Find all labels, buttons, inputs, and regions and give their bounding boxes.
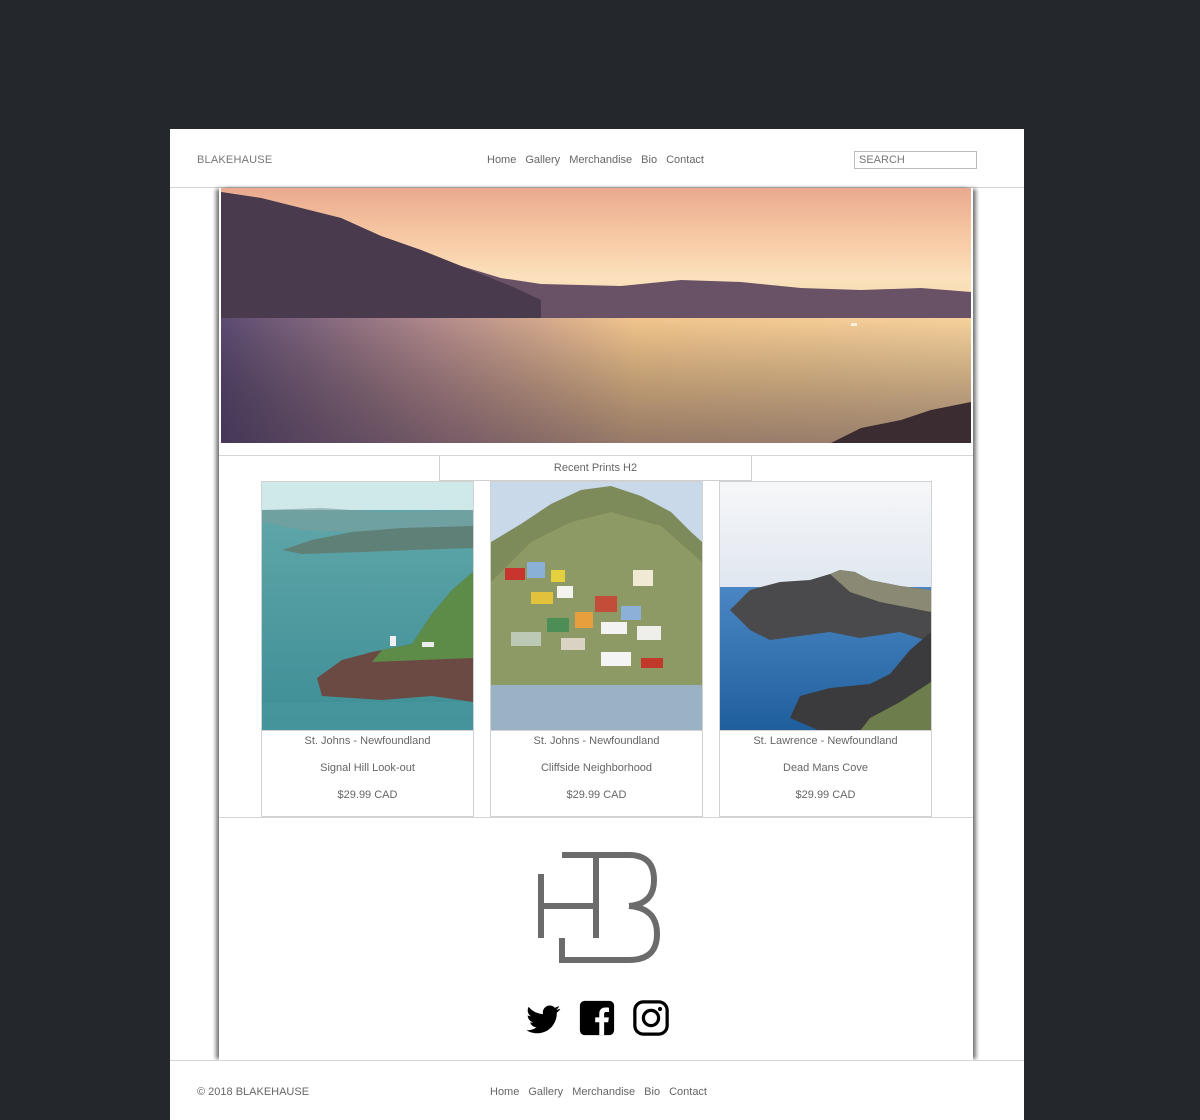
product-card[interactable]: St. Johns - Newfoundland Signal Hill Loo… xyxy=(261,481,474,817)
product-price: $29.99 CAD xyxy=(337,789,398,801)
top-navbar: BLAKEHAUSE Home Gallery Merchandise Bio … xyxy=(170,129,1024,188)
product-photo[interactable] xyxy=(262,482,473,731)
footer-nav-merchandise[interactable]: Merchandise xyxy=(572,1086,635,1098)
product-photo[interactable] xyxy=(491,482,702,731)
product-card[interactable]: St. Lawrence - Newfoundland Dead Mans Co… xyxy=(719,481,932,817)
product-price: $29.99 CAD xyxy=(566,789,627,801)
footer-nav-home[interactable]: Home xyxy=(490,1086,519,1098)
footer-nav-gallery[interactable]: Gallery xyxy=(528,1086,563,1098)
section-title: Recent Prints H2 xyxy=(439,456,752,481)
product-location: St. Johns - Newfoundland xyxy=(533,735,660,747)
product-photo[interactable] xyxy=(720,482,931,731)
copyright-text: © 2018 BLAKEHAUSE xyxy=(197,1086,310,1098)
facebook-icon[interactable] xyxy=(578,999,616,1037)
twitter-icon[interactable] xyxy=(524,999,562,1037)
hb-monogram-logo-icon xyxy=(537,852,661,964)
nav-contact[interactable]: Contact xyxy=(666,154,704,166)
footer-nav: Home Gallery Merchandise Bio Contact xyxy=(490,1086,707,1098)
instagram-icon[interactable] xyxy=(632,999,670,1037)
social-links xyxy=(524,999,670,1037)
main-nav: Home Gallery Merchandise Bio Contact xyxy=(487,154,704,166)
search-input[interactable] xyxy=(854,151,977,169)
page-container: BLAKEHAUSE Home Gallery Merchandise Bio … xyxy=(170,129,1024,1120)
section-divider xyxy=(219,817,973,818)
nav-home[interactable]: Home xyxy=(487,154,516,166)
product-name[interactable]: Dead Mans Cove xyxy=(720,762,931,774)
product-price: $29.99 CAD xyxy=(795,789,856,801)
nav-bio[interactable]: Bio xyxy=(641,154,657,166)
product-location: St. Lawrence - Newfoundland xyxy=(753,735,898,747)
product-card[interactable]: St. Johns - Newfoundland Cliffside Neigh… xyxy=(490,481,703,817)
product-location: St. Johns - Newfoundland xyxy=(304,735,431,747)
nav-gallery[interactable]: Gallery xyxy=(525,154,560,166)
footer-nav-bio[interactable]: Bio xyxy=(644,1086,660,1098)
nav-merchandise[interactable]: Merchandise xyxy=(569,154,632,166)
brand-logo-text[interactable]: BLAKEHAUSE xyxy=(197,154,272,166)
footer: © 2018 BLAKEHAUSE Home Gallery Merchandi… xyxy=(170,1060,1024,1120)
footer-nav-contact[interactable]: Contact xyxy=(669,1086,707,1098)
product-name[interactable]: Cliffside Neighborhood xyxy=(491,762,702,774)
hero-image xyxy=(221,188,971,443)
product-name[interactable]: Signal Hill Look-out xyxy=(262,762,473,774)
content-panel: Recent Prints H2 St. Johns - Newfoundlan… xyxy=(219,188,973,1060)
